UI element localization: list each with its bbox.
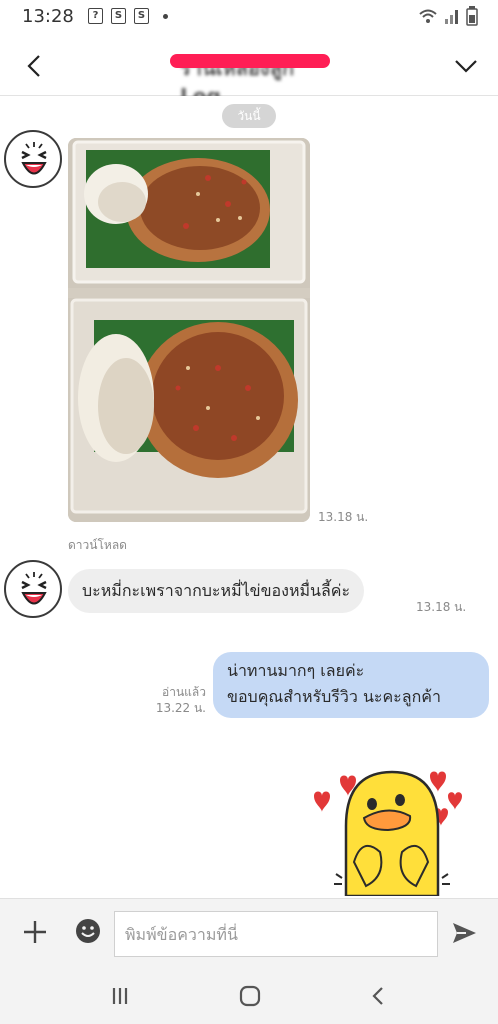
photo-message[interactable] (68, 138, 310, 522)
emoji-button[interactable] (74, 917, 102, 945)
plus-icon (24, 921, 46, 943)
signal-icon (445, 10, 458, 24)
recent-apps-icon (112, 988, 128, 1004)
message-time: 13.18 น. (416, 600, 467, 614)
redaction-mark (170, 54, 330, 68)
status-bar: 13:28 ? S S (0, 0, 498, 34)
nav-back-button[interactable] (366, 984, 390, 1008)
dot-icon (163, 13, 168, 19)
duck-love-sticker[interactable] (306, 766, 478, 898)
system-nav-bar (0, 968, 498, 1024)
date-separator: วันนี้ (222, 104, 276, 128)
message-input-bar (0, 898, 498, 968)
shop-bag-icon: S (134, 8, 149, 24)
chat-area[interactable]: วันนี้ 13.18 น. ดาวน์โหลด บะหมี่กะเพราจา… (0, 96, 498, 898)
send-icon (453, 923, 476, 943)
chevron-down-icon (455, 60, 477, 73)
message-input[interactable] (114, 911, 438, 957)
back-icon (372, 987, 383, 1005)
avatar[interactable] (4, 560, 62, 618)
menu-button[interactable] (448, 48, 484, 84)
back-button[interactable] (16, 48, 52, 84)
food-photo-image (68, 138, 310, 522)
status-system-icons (418, 6, 478, 26)
emoji-icon (76, 919, 100, 943)
avatar-face-icon (21, 142, 47, 175)
chevron-left-icon (27, 55, 40, 77)
send-button[interactable] (450, 919, 478, 947)
read-receipt: อ่านแล้ว 13.22 น. (150, 684, 206, 716)
recent-apps-button[interactable] (108, 984, 132, 1008)
incoming-message-bubble[interactable]: บะหมี่กะเพราจากบะหมี่ไข่ของหมื่นลี้ค่ะ (68, 569, 365, 613)
home-icon (239, 985, 261, 1007)
chat-header: ร้านเหลืองลูก Log (0, 34, 498, 108)
read-status: อ่านแล้ว (162, 685, 206, 699)
message-line: ขอบคุณสำหรับรีวิว นะคะลูกค้า (227, 687, 441, 706)
sim-icon: ? (88, 8, 103, 24)
chat-title[interactable]: ร้านเหลืองลูก Log (170, 50, 330, 108)
message-time: 13.22 น. (155, 701, 206, 715)
status-time: 13:28 (22, 6, 74, 27)
download-link[interactable]: ดาวน์โหลด (68, 536, 127, 555)
message-line: น่าทานมากๆ เลยค่ะ (227, 661, 365, 680)
avatar-face-icon (21, 572, 47, 605)
plus-button[interactable] (20, 917, 50, 947)
message-time: 13.18 น. (318, 510, 369, 524)
battery-icon (466, 6, 478, 26)
sticker-image (314, 770, 462, 898)
status-notification-icons: ? S S (88, 8, 168, 24)
wifi-icon (419, 9, 437, 23)
shop-s-icon: S (111, 8, 126, 24)
home-button[interactable] (238, 984, 262, 1008)
avatar[interactable] (4, 130, 62, 188)
outgoing-message-bubble[interactable]: น่าทานมากๆ เลยค่ะ ขอบคุณสำหรับรีวิว นะคะ… (213, 652, 489, 718)
